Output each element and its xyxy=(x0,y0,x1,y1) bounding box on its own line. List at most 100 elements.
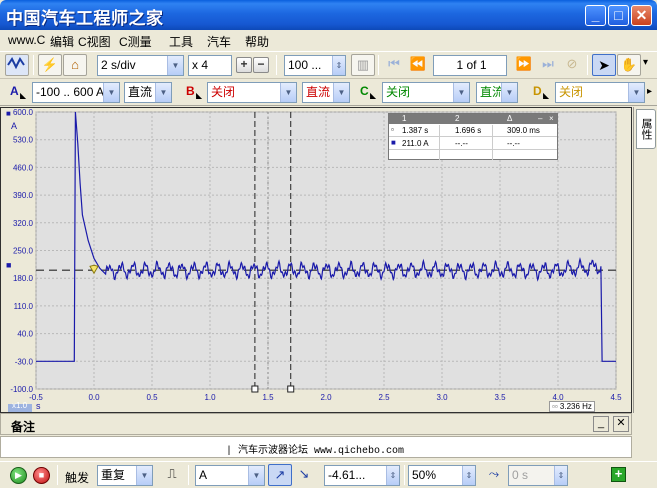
channel-a-range-value: -100 .. 600 A xyxy=(36,85,105,99)
measure-col-delta: Δ xyxy=(507,114,513,123)
time-cursor-icon: ▫ xyxy=(391,125,394,134)
notes-header: 备注 _ ✕ xyxy=(0,413,632,435)
menu-view[interactable]: C视图 xyxy=(78,33,111,50)
menu-help[interactable]: 帮助 xyxy=(245,33,269,50)
menu-tools[interactable]: 工具 xyxy=(169,33,193,50)
scope-mode-button[interactable] xyxy=(5,54,29,76)
zoom-out-button[interactable]: − xyxy=(253,57,269,73)
zoom-value: x 4 xyxy=(192,58,209,72)
window-title: 中国汽车工程师之家 xyxy=(6,9,164,29)
channel-overflow-icon[interactable]: ▸ xyxy=(647,86,652,97)
channel-c-range-select[interactable]: 关闭 ▼ xyxy=(382,82,470,103)
falling-trigger-button[interactable]: ↘ xyxy=(292,464,316,486)
run-button[interactable]: ▶ xyxy=(10,467,27,484)
trigger-channel-marker[interactable]: ■ xyxy=(6,260,11,270)
add-button[interactable]: + xyxy=(611,467,626,482)
channel-b-coupling-select[interactable]: 直流 ▼ xyxy=(302,82,350,103)
hand-icon: ✋ xyxy=(620,57,638,72)
y-axis-top-marker: ■ xyxy=(6,109,11,118)
maximize-button[interactable]: □ xyxy=(608,5,629,26)
y-tick-label: 250.0 xyxy=(13,247,34,256)
trigger-edge-button[interactable]: ⎍ xyxy=(160,464,184,486)
prev-page-button[interactable]: ⏪ xyxy=(406,54,430,76)
measure-cell: 309.0 ms xyxy=(507,126,540,135)
trigger-mode-select[interactable]: 重复 ▼ xyxy=(97,465,153,486)
time-cursor-handle-1[interactable] xyxy=(251,385,259,393)
cursor-arrow-icon: ➤ xyxy=(598,57,610,73)
trigger-channel-select[interactable]: A ▼ xyxy=(195,465,265,486)
home-button[interactable]: ⌂ xyxy=(63,54,87,76)
zoom-in-button[interactable]: + xyxy=(236,57,252,73)
menu-edit[interactable]: 编辑 xyxy=(50,33,74,50)
stop-button[interactable]: ⊘ xyxy=(560,54,584,76)
timebase-select[interactable]: 2 s/div ▼ xyxy=(97,55,184,76)
x-tick-label: 3.5 xyxy=(494,393,506,402)
channel-c-coupling-select[interactable]: 直流 ▼ xyxy=(476,82,518,103)
trigger-label: 触发 xyxy=(65,471,90,485)
minimize-button[interactable]: _ xyxy=(585,5,606,26)
channel-a-coupling-select[interactable]: 直流 ▼ xyxy=(124,82,172,103)
channel-a-range-select[interactable]: -100 .. 600 A ▼ xyxy=(32,82,120,103)
rewind-icon: ⏪ xyxy=(409,56,427,71)
properties-tab[interactable]: 属性 xyxy=(636,109,656,149)
first-page-button[interactable]: ⏮ xyxy=(382,54,406,76)
x-tick-label: 0.0 xyxy=(88,393,100,402)
measure-cell: 1.387 s xyxy=(402,126,429,135)
bars-icon: ▥ xyxy=(356,57,370,72)
measure-col-1: 1 xyxy=(402,114,407,123)
toolbar-overflow-icon[interactable]: ▾ xyxy=(643,57,648,68)
status-separator xyxy=(404,465,405,485)
measurement-table[interactable]: 1 2 Δ – × ▫ 1.387 s 1.696 s 309.0 ms ■ 2… xyxy=(388,113,558,160)
samples-field[interactable]: 100 ... ⇕ xyxy=(284,55,346,76)
right-filler xyxy=(633,413,657,461)
y-tick-label: 460.0 xyxy=(13,163,34,172)
trigger-level-field[interactable]: -4.61... ⇕ xyxy=(324,465,400,486)
y-tick-label: 320.0 xyxy=(13,219,34,228)
channel-a-label[interactable]: A xyxy=(10,84,19,98)
frequency-value: 3.236 Hz xyxy=(559,402,592,411)
autosetup-button[interactable]: ⚡ xyxy=(38,54,62,76)
channel-b-label[interactable]: B xyxy=(186,84,195,98)
stop-capture-button[interactable]: ■ xyxy=(33,467,50,484)
pretrigger-value: 50% xyxy=(412,468,437,482)
notes-text-area[interactable]: | 汽车示波器论坛 www.qichebo.com xyxy=(0,436,632,458)
status-separator xyxy=(188,465,189,485)
delay-field[interactable]: 0 s ⇕ xyxy=(508,465,568,486)
x-tick-label: 0.5 xyxy=(146,393,158,402)
skip-back-icon: ⏮ xyxy=(388,56,400,71)
chevron-down-icon: ▼ xyxy=(167,56,183,75)
channel-d-range-select[interactable]: 关闭 ▼ xyxy=(555,82,645,103)
channel-d-label[interactable]: D xyxy=(533,84,542,98)
measure-row-amps: ■ 211.0 A --.-- --.-- xyxy=(389,138,557,150)
menu-measure[interactable]: C测量 xyxy=(119,33,152,50)
rising-trigger-button[interactable]: ↗ xyxy=(268,464,292,486)
channel-c-label[interactable]: C xyxy=(360,84,369,98)
toolbar-separator xyxy=(587,55,588,75)
measurement-header: 1 2 Δ – × xyxy=(389,114,557,124)
measure-close-icon[interactable]: × xyxy=(549,114,554,123)
probe-icon: ◣ xyxy=(370,91,377,100)
last-page-button[interactable]: ⏭ xyxy=(536,54,560,76)
channel-b-range-select[interactable]: 关闭 ▼ xyxy=(207,82,297,103)
chevron-down-icon: ▼ xyxy=(248,466,264,485)
notes-close-button[interactable]: ✕ xyxy=(613,416,629,432)
notes-minimize-button[interactable]: _ xyxy=(593,416,609,432)
close-button[interactable]: ✕ xyxy=(631,5,652,26)
pretrigger-field[interactable]: 50% ⇕ xyxy=(408,465,476,486)
x-tick-label: 2.0 xyxy=(320,393,332,402)
scope-view[interactable]: 600.0 530.0 460.0 390.0 320.0 250.0 180.0 110.0… xyxy=(0,107,632,413)
x-tick-label: 1.5 xyxy=(262,393,274,402)
time-cursor-handle-2[interactable] xyxy=(287,385,295,393)
pointer-tool-button[interactable]: ➤ xyxy=(592,54,616,76)
status-separator xyxy=(57,465,58,485)
spectrum-button[interactable]: ▥ xyxy=(351,54,375,76)
menu-car[interactable]: 汽车 xyxy=(207,33,231,50)
hand-tool-button[interactable]: ✋ xyxy=(617,54,641,76)
page-indicator[interactable]: 1 of 1 xyxy=(433,55,507,76)
title-bar[interactable]: 中国汽车工程师之家 _ □ ✕ xyxy=(0,0,657,30)
menu-file[interactable]: www.C xyxy=(8,33,45,47)
measure-collapse-icon[interactable]: – xyxy=(538,114,542,123)
zoom-field[interactable]: x 4 xyxy=(188,55,232,76)
delay-button[interactable]: ⤳ xyxy=(482,464,506,486)
next-page-button[interactable]: ⏩ xyxy=(512,54,536,76)
